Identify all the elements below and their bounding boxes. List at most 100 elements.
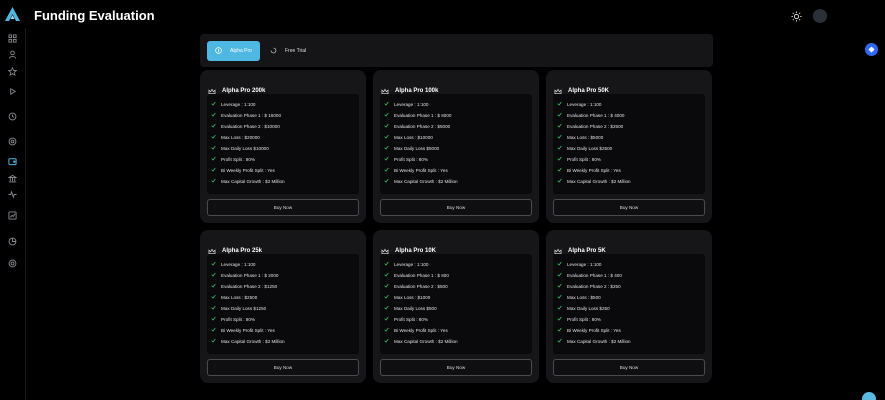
- plan-card: Alpha Pro 25k Leverage : 1:100 Evaluation …: [200, 230, 366, 383]
- feature-item: Max Loss : $10000: [384, 134, 433, 140]
- check-icon: [384, 178, 389, 184]
- feature-text: Max Capital Growth : $2 Million: [221, 178, 285, 184]
- gift-icon: [270, 47, 277, 56]
- feature-item: Profit Split : 80%: [384, 316, 428, 322]
- buy-now-button[interactable]: Buy Now: [380, 359, 532, 376]
- check-icon: [211, 156, 216, 162]
- support-icon[interactable]: [7, 258, 18, 269]
- feature-text: Evaluation Phase 1 : $ 800: [394, 272, 449, 278]
- check-icon: [557, 283, 562, 289]
- history-icon[interactable]: [7, 111, 18, 122]
- buy-now-button[interactable]: Buy Now: [553, 359, 705, 376]
- tab-label: Alpha Pro: [230, 48, 252, 54]
- pie-icon[interactable]: [7, 236, 18, 247]
- feature-item: Max Capital Growth : $2 Million: [557, 338, 631, 344]
- feature-text: Max Daily Loss $500: [394, 305, 437, 311]
- feature-item: Max Capital Growth : $2 Million: [384, 178, 458, 184]
- target-icon[interactable]: [7, 136, 18, 147]
- play-icon[interactable]: [7, 86, 18, 97]
- feature-text: Bi Weekly Profit Split : Yes: [567, 167, 621, 173]
- feature-text: Evaluation Phase 1 : $ 4000: [567, 112, 625, 118]
- check-icon: [211, 283, 216, 289]
- feature-text: Evaluation Phase 2 : $1250: [221, 283, 278, 289]
- feature-text: Max Capital Growth : $2 Million: [221, 338, 285, 344]
- feature-item: Max Capital Growth : $2 Million: [211, 178, 285, 184]
- feature-text: Evaluation Phase 1 : $ 2000: [221, 272, 279, 278]
- check-icon: [384, 101, 389, 107]
- feature-item: Leverage : 1:100: [211, 261, 255, 267]
- feature-text: Leverage : 1:100: [394, 101, 429, 107]
- feature-item: Leverage : 1:100: [384, 261, 428, 267]
- triangle-logo[interactable]: [4, 6, 21, 22]
- feature-item: Evaluation Phase 1 : $ 800: [384, 272, 449, 278]
- tab-alpha-pro[interactable]: Alpha Pro: [207, 41, 260, 61]
- check-icon: [557, 327, 562, 333]
- check-icon: [557, 261, 562, 267]
- feature-item: Max Capital Growth : $2 Million: [557, 178, 631, 184]
- tab-label: Free Trial: [285, 48, 307, 54]
- plan-card: Alpha Pro 5K Leverage : 1:100 Evaluation P…: [546, 230, 712, 383]
- check-icon: [384, 327, 389, 333]
- user-icon[interactable]: [7, 49, 18, 60]
- tab-free-trial[interactable]: Free Trial: [262, 41, 306, 61]
- feature-text: Max Daily Loss $1250: [221, 305, 267, 311]
- chart-icon[interactable]: [7, 210, 18, 221]
- buy-now-button[interactable]: Buy Now: [553, 199, 705, 216]
- check-icon: [557, 178, 562, 184]
- feature-text: Max Capital Growth : $2 Million: [394, 338, 458, 344]
- feature-text: Max Daily Loss $10000: [221, 145, 269, 151]
- check-icon: [384, 283, 389, 289]
- alpha-icon: [215, 46, 222, 56]
- feature-text: Max Capital Growth : $2 Million: [567, 338, 631, 344]
- feature-text: Leverage : 1:100: [567, 261, 602, 267]
- feature-item: Leverage : 1:100: [211, 101, 255, 107]
- sidebar: [0, 28, 26, 400]
- buy-now-button[interactable]: Buy Now: [380, 199, 532, 216]
- plan-card: Alpha Pro 100k Leverage : 1:100 Evaluation…: [373, 70, 539, 223]
- check-icon: [384, 134, 389, 140]
- wallet-icon[interactable]: [7, 156, 18, 167]
- check-icon: [557, 305, 562, 311]
- star-icon[interactable]: [7, 66, 18, 77]
- feature-item: Profit Split : 80%: [384, 156, 428, 162]
- feature-item: Profit Split : 80%: [211, 316, 255, 322]
- feature-text: Bi Weekly Profit Split : Yes: [394, 327, 448, 333]
- sun-icon[interactable]: [789, 9, 803, 23]
- check-icon: [384, 305, 389, 311]
- feature-text: Bi Weekly Profit Split : Yes: [221, 327, 275, 333]
- check-icon: [211, 305, 216, 311]
- feature-item: Evaluation Phase 2 : $250: [557, 283, 621, 289]
- feature-item: Max Capital Growth : $2 Million: [211, 338, 285, 344]
- feature-item: Bi Weekly Profit Split : Yes: [211, 167, 275, 173]
- floating-action-button[interactable]: [865, 43, 878, 56]
- feature-text: Evaluation Phase 2 : $5000: [394, 123, 451, 129]
- check-icon: [384, 156, 389, 162]
- activity-icon[interactable]: [7, 189, 18, 200]
- buy-now-button[interactable]: Buy Now: [207, 359, 359, 376]
- feature-item: Evaluation Phase 1 : $ 8000: [384, 112, 451, 118]
- feature-item: Evaluation Phase 1 : $ 4000: [557, 112, 624, 118]
- check-icon: [557, 123, 562, 129]
- feature-text: Max Daily Loss $5000: [394, 145, 440, 151]
- check-icon: [384, 316, 389, 322]
- check-icon: [211, 294, 216, 300]
- chat-button[interactable]: [862, 392, 876, 400]
- feature-item: Profit Split : 80%: [557, 316, 601, 322]
- feature-item: Evaluation Phase 2 : $1250: [211, 283, 277, 289]
- check-icon: [557, 145, 562, 151]
- check-icon: [211, 316, 216, 322]
- avatar[interactable]: [813, 9, 827, 23]
- grid-icon[interactable]: [7, 33, 18, 44]
- feature-item: Evaluation Phase 2 : $5000: [384, 123, 450, 129]
- buy-now-button[interactable]: Buy Now: [207, 199, 359, 216]
- bank-icon[interactable]: [7, 173, 18, 184]
- feature-item: Bi Weekly Profit Split : Yes: [384, 167, 448, 173]
- check-icon: [557, 338, 562, 344]
- feature-text: Max Daily Loss $250: [567, 305, 610, 311]
- feature-item: Evaluation Phase 2 : $10000: [211, 123, 280, 129]
- feature-item: Max Loss : $2500: [211, 294, 257, 300]
- feature-list: Leverage : 1:100 Evaluation Phase 1 : $ 4…: [553, 94, 705, 194]
- feature-item: Evaluation Phase 1 : $ 400: [557, 272, 622, 278]
- feature-item: Max Daily Loss $1250: [211, 305, 266, 311]
- check-icon: [384, 294, 389, 300]
